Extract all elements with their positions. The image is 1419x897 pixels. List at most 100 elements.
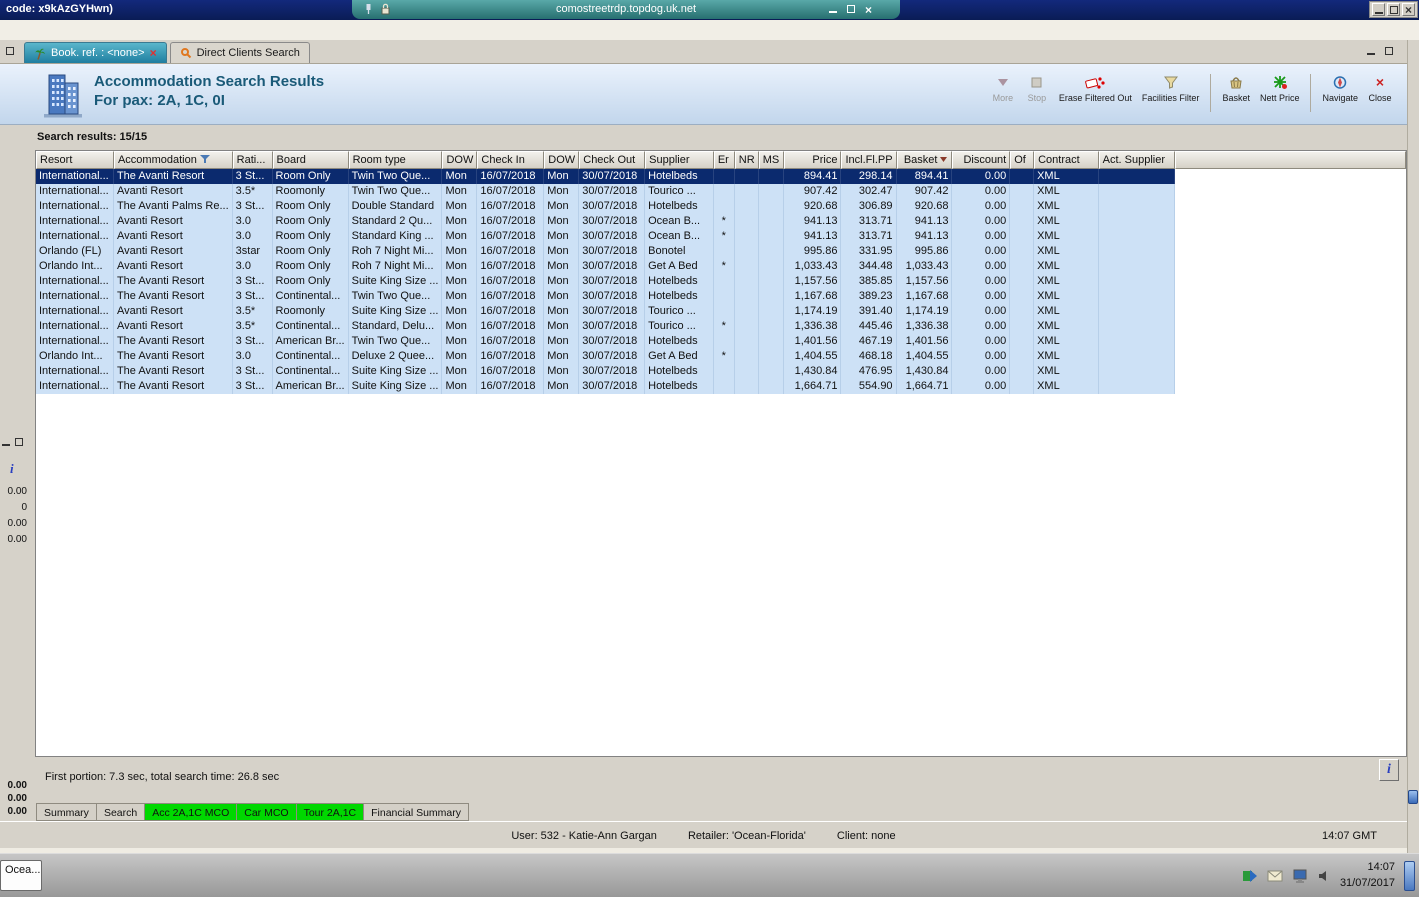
rdp-close-button[interactable]: × [865,4,872,16]
facilities-filter-icon [1163,74,1178,90]
tab-close-icon[interactable]: × [150,47,157,59]
clients-search-icon [180,48,191,59]
bottom-tab-tour-2a-1c[interactable]: Tour 2A,1C [295,803,365,821]
close-icon: × [1375,74,1385,90]
toolbar-button-erase-filtered-out[interactable]: Erase Filtered Out [1054,72,1137,105]
info-button[interactable]: i [1379,759,1399,781]
toolbar-button-more[interactable]: More [986,72,1020,105]
status-user: User: 532 - Katie-Ann Gargan [511,830,657,842]
tab-booking-ref[interactable]: Book. ref. : <none> × [24,42,167,63]
tray-app-icon[interactable] [1242,868,1258,884]
column-header-discount[interactable]: Discount [952,151,1011,169]
nett-price-icon [1272,74,1288,90]
right-edge-strip [1407,40,1419,853]
toolbar-button-navigate[interactable]: Navigate [1317,72,1363,105]
result-row-11[interactable]: International... Avanti Resort 3.5* Contine… [36,319,1406,334]
left-panel-total: 0.00 [7,780,27,791]
result-row-8[interactable]: International... The Avanti Resort 3 St...… [36,274,1406,289]
rdp-restore-button[interactable] [846,4,855,16]
bottom-tab-search[interactable]: Search [95,803,146,821]
bottom-tab-car-mco[interactable]: Car MCO [236,803,297,821]
result-row-1[interactable]: International... The Avanti Resort 3 St...… [36,169,1406,184]
tab-label: Direct Clients Search [196,47,300,59]
left-panel-value: 0.00 [7,534,27,545]
filter-icon[interactable] [199,155,211,164]
result-row-6[interactable]: Orlando (FL) Avanti Resort 3star Room Only R… [36,244,1406,259]
column-header-check-in[interactable]: Check In [477,151,545,169]
column-header-contract[interactable]: Contract [1034,151,1099,169]
tray-display-icon[interactable] [1292,869,1308,884]
rdp-minimize-button[interactable] [828,4,837,16]
session-code-label: code: x9kAzGYHwn) [6,3,113,15]
result-row-3[interactable]: International... The Avanti Palms Re... 3 … [36,199,1406,214]
column-header-supplier[interactable]: Supplier [645,151,714,169]
column-header-check-out[interactable]: Check Out [579,151,646,169]
column-header-incl-fl-pp[interactable]: Incl.Fl.PP [841,151,897,169]
system-tray: 14:07 31/07/2017 [1242,859,1415,893]
edge-panel-icon[interactable] [1408,790,1418,804]
result-row-14[interactable]: International... The Avanti Resort 3 St...… [36,364,1406,379]
column-header-basket[interactable]: Basket [896,151,953,169]
panel-minimize-icon[interactable] [1367,46,1375,58]
column-header-nr[interactable]: NR [734,151,759,169]
tray-mail-icon[interactable] [1267,870,1283,882]
column-header-of[interactable]: Of [1010,151,1035,169]
palm-tree-icon [35,48,45,60]
taskbar: Ocea... 14:07 31/07/2017 [0,853,1419,897]
toolbar-button-nett-price[interactable]: Nett Price [1255,72,1305,105]
taskbar-clock[interactable]: 14:07 31/07/2017 [1340,860,1395,892]
result-row-2[interactable]: International... Avanti Resort 3.5* Roomonl… [36,184,1406,199]
clock-time: 14:07 [1367,861,1395,874]
column-header-dow[interactable]: DOW [442,151,478,169]
panel-restore-icon[interactable] [1385,46,1393,58]
result-row-10[interactable]: International... Avanti Resort 3.5* Roomonl… [36,304,1406,319]
rdp-host: comostreetrdp.topdog.uk.net [555,3,697,15]
status-client: Client: none [836,830,896,842]
result-row-5[interactable]: International... Avanti Resort 3.0 Room Onl… [36,229,1406,244]
column-header-rati-[interactable]: Rati... [232,151,273,169]
result-row-12[interactable]: International... The Avanti Resort 3 St...… [36,334,1406,349]
result-row-7[interactable]: Orlando Int... Avanti Resort 3.0 Room Only R… [36,259,1406,274]
toolbar-button-basket[interactable]: Basket [1217,72,1255,105]
stop-icon [1030,74,1043,90]
toolbar-button-close[interactable]: × Close [1363,72,1397,105]
left-panel-restore-icon[interactable] [15,437,23,449]
status-time-gmt: 14:07 GMT [1321,830,1377,842]
column-header-price[interactable]: Price [783,151,842,169]
column-header-act-supplier[interactable]: Act. Supplier [1098,151,1176,169]
left-panel-value: 0 [21,502,27,513]
column-header-room-type[interactable]: Room type [348,151,443,169]
column-header-board[interactable]: Board [272,151,349,169]
bottom-tab-summary[interactable]: Summary [36,803,97,821]
status-bar: User: 532 - Katie-Ann Gargan Retailer: '… [0,821,1407,848]
tray-volume-icon[interactable] [1317,869,1331,883]
minimize-button[interactable] [1372,3,1385,16]
column-header-ms[interactable]: MS [758,151,784,169]
close-button[interactable]: × [1402,3,1415,16]
toolbar-button-stop[interactable]: Stop [1020,72,1054,105]
column-header-accommodation[interactable]: Accommodation [113,151,233,169]
table-header-row: Resort Accommodation Rati... Board Room type… [36,151,1406,169]
show-desktop-button[interactable] [1404,861,1415,891]
column-header-dow[interactable]: DOW [544,151,580,169]
column-header-filler [1175,151,1406,169]
left-panel-pin-icon[interactable] [2,437,10,449]
taskbar-app-button[interactable]: Ocea... [0,860,42,891]
results-tbody: International... The Avanti Resort 3 St...… [36,169,1406,394]
result-row-4[interactable]: International... Avanti Resort 3.0 Room Onl… [36,214,1406,229]
column-header-er[interactable]: Er [713,151,735,169]
result-row-13[interactable]: Orlando Int... The Avanti Resort 3.0 Contin… [36,349,1406,364]
building-icon [44,74,82,118]
result-row-9[interactable]: International... The Avanti Resort 3 St...… [36,289,1406,304]
maximize-button[interactable] [1387,3,1400,16]
sort-desc-icon [940,157,948,162]
tab-direct-clients-search[interactable]: Direct Clients Search [169,42,310,63]
bottom-tab-financial-summary[interactable]: Financial Summary [363,803,469,821]
child-window-icon[interactable] [6,46,14,58]
result-row-15[interactable]: International... The Avanti Resort 3 St...… [36,379,1406,394]
toolbar-button-facilities-filter[interactable]: Facilities Filter [1137,72,1205,105]
bottom-tab-acc-2a-1c-mco[interactable]: Acc 2A,1C MCO [144,803,238,821]
left-panel-value: 0.00 [7,486,27,497]
page-title: Accommodation Search Results [94,73,325,90]
column-header-resort[interactable]: Resort [36,151,114,169]
